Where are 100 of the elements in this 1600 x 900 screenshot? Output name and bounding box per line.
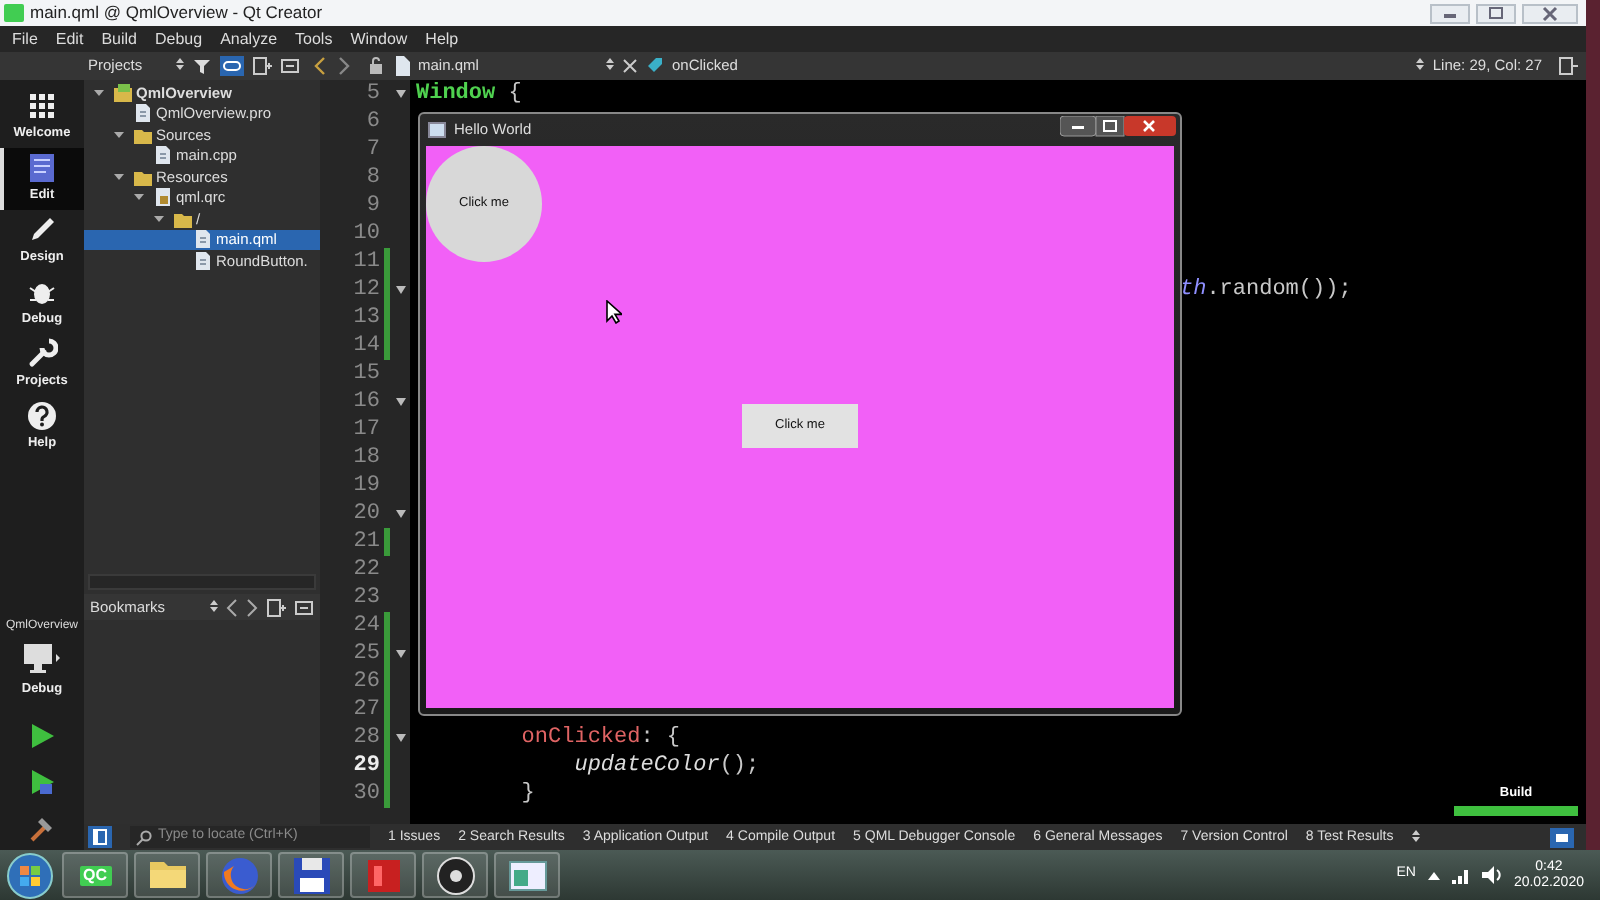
line-number: 13 xyxy=(351,304,382,332)
line-number: 6 xyxy=(364,108,382,136)
menu-item[interactable]: Build xyxy=(101,31,137,47)
line-number: 12 xyxy=(351,276,382,304)
close-icon[interactable] xyxy=(1522,3,1578,23)
panel-icon[interactable] xyxy=(280,56,300,76)
line-number: 26 xyxy=(351,668,382,696)
maximize-icon[interactable] xyxy=(1476,3,1516,23)
filter-icon[interactable] xyxy=(192,56,212,76)
code-line: updateColor(); xyxy=(572,754,760,778)
split-icon[interactable] xyxy=(266,597,286,617)
sidebar-toggle-icon[interactable] xyxy=(88,826,112,848)
menu-item[interactable]: Analyze xyxy=(220,31,278,47)
help-icon xyxy=(26,400,58,433)
split-icon[interactable] xyxy=(1558,56,1578,76)
line-number: 22 xyxy=(351,556,382,584)
fold-arrow-icon[interactable] xyxy=(395,90,405,98)
file-icon xyxy=(194,230,212,249)
minimize-icon[interactable] xyxy=(1430,3,1470,23)
recorder-icon xyxy=(433,853,477,897)
line-number: 18 xyxy=(351,444,382,472)
monitor-icon[interactable] xyxy=(22,642,62,675)
line-number: 24 xyxy=(351,612,382,640)
line-number: 16 xyxy=(351,388,382,416)
taskbar-app[interactable] xyxy=(134,852,200,898)
code-line: } xyxy=(519,782,535,806)
fold-arrow-icon[interactable] xyxy=(395,650,405,658)
line-number: 5 xyxy=(364,80,382,108)
menu-item[interactable]: Window xyxy=(350,31,408,47)
debug-run-icon[interactable] xyxy=(28,768,56,796)
taskbar-app[interactable] xyxy=(494,852,560,898)
document-icon xyxy=(26,152,58,185)
line-number: 23 xyxy=(351,584,382,612)
panel-icon[interactable] xyxy=(1550,827,1574,847)
split-icon[interactable] xyxy=(252,56,272,76)
line-number: 14 xyxy=(351,332,382,360)
menu-item[interactable]: Help xyxy=(425,31,459,47)
menu-item[interactable]: Debug xyxy=(154,31,203,47)
folder-icon xyxy=(174,209,192,228)
run-icon[interactable] xyxy=(28,722,56,750)
back-icon[interactable] xyxy=(312,56,328,76)
project-folder-icon xyxy=(114,83,132,102)
file-icon xyxy=(154,146,172,165)
search-icon xyxy=(136,829,152,845)
line-number: 21 xyxy=(351,528,382,556)
expanded-arrow-icon[interactable] xyxy=(94,87,104,98)
taskbar-app[interactable] xyxy=(422,852,488,898)
panel-icon[interactable] xyxy=(294,597,314,617)
start-button-icon[interactable] xyxy=(4,851,56,899)
line-number: 17 xyxy=(351,416,382,444)
code-line: onClicked: { xyxy=(519,726,681,750)
tag-icon[interactable] xyxy=(646,56,664,76)
menu-item[interactable]: Tools xyxy=(295,31,333,47)
line-number: 9 xyxy=(364,192,382,220)
code-line: Window { xyxy=(416,82,522,106)
back-icon[interactable] xyxy=(226,597,238,617)
qt-logo-icon xyxy=(4,4,24,22)
folder-icon xyxy=(134,167,152,186)
forward-icon[interactable] xyxy=(246,597,258,617)
window-icon xyxy=(428,122,446,138)
forward-icon[interactable] xyxy=(336,56,352,76)
line-number: 11 xyxy=(351,248,382,276)
fold-arrow-icon[interactable] xyxy=(395,398,405,406)
line-number: 19 xyxy=(351,472,382,500)
file-icon xyxy=(134,104,152,123)
updown-arrows-icon[interactable] xyxy=(210,597,218,617)
line-number: 20 xyxy=(351,500,382,528)
window-controls-drawing[interactable] xyxy=(1060,116,1176,138)
link-icon[interactable] xyxy=(220,56,244,76)
wrench-icon xyxy=(26,338,58,371)
line-number: 30 xyxy=(351,780,382,808)
folder-icon xyxy=(134,125,152,144)
line-number: 10 xyxy=(351,220,382,248)
hammer-icon[interactable] xyxy=(28,814,56,842)
tray-expand-icon[interactable] xyxy=(1427,870,1440,880)
menu-item[interactable]: Edit xyxy=(55,31,84,47)
line-number: 29 xyxy=(351,752,382,780)
fold-arrow-icon[interactable] xyxy=(395,510,405,518)
taskbar-app[interactable] xyxy=(278,852,344,898)
updown-arrows-icon[interactable] xyxy=(1411,827,1420,847)
document-icon[interactable] xyxy=(394,56,410,76)
fold-arrow-icon[interactable] xyxy=(395,734,405,742)
close-icon[interactable] xyxy=(622,56,638,76)
line-number: 27 xyxy=(351,696,382,724)
resource-file-icon xyxy=(154,188,172,207)
mouse-pointer-icon xyxy=(606,300,622,324)
grid-icon xyxy=(26,90,58,123)
line-number: 25 xyxy=(351,640,382,668)
browser-icon xyxy=(217,853,261,897)
fold-arrow-icon[interactable] xyxy=(395,286,405,294)
lock-icon[interactable] xyxy=(368,56,386,76)
menu-item[interactable]: File xyxy=(12,31,38,47)
line-number: 7 xyxy=(364,136,382,164)
volume-icon[interactable] xyxy=(1481,866,1502,884)
line-number: 28 xyxy=(351,724,382,752)
code-line: th.random()); xyxy=(1180,278,1352,302)
line-number: 15 xyxy=(351,360,382,388)
expanded-arrow-icon[interactable] xyxy=(114,129,124,140)
file-icon xyxy=(194,251,212,270)
network-icon[interactable] xyxy=(1451,866,1470,884)
